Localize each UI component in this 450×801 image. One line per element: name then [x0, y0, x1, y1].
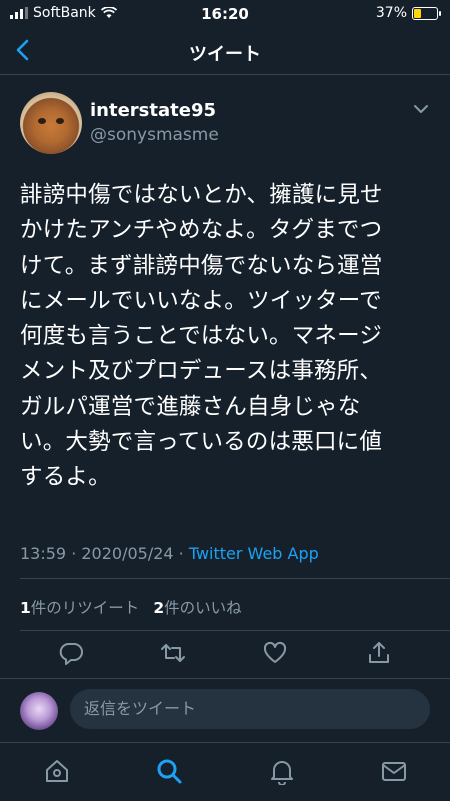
reply-icon[interactable]	[58, 640, 84, 666]
tweet-line: するよ。	[20, 464, 111, 491]
retweet-stat[interactable]: 1件のリツイート	[20, 596, 139, 618]
tweet-stats: 1件のリツイート 2件のいいね	[20, 596, 242, 618]
tweet-line: 何度も言うことではない。マネージ	[20, 323, 383, 350]
home-icon[interactable]	[43, 757, 71, 785]
divider	[20, 578, 450, 579]
page-title: ツイート	[189, 44, 261, 65]
divider	[20, 630, 450, 631]
status-bar: SoftBank 16:20 37%	[0, 0, 450, 28]
tweet-line: ガルパ運営で進藤さん自身じゃな	[20, 393, 361, 420]
tweet-line: かけたアンチやめなよ。タグまでつ	[20, 217, 383, 244]
avatar[interactable]	[20, 92, 82, 154]
like-count: 2	[153, 599, 165, 617]
tweet-meta: 13:59 · 2020/05/24 · Twitter Web App	[20, 544, 319, 563]
user-handle[interactable]: @sonysmasme	[90, 125, 219, 145]
notifications-icon[interactable]	[268, 757, 296, 785]
battery-icon	[412, 6, 441, 20]
bottom-tab-bar	[0, 742, 450, 801]
chevron-down-icon[interactable]	[412, 102, 430, 116]
tweet-line: メント及びプロデュースは事務所、	[20, 358, 383, 385]
like-icon[interactable]	[262, 640, 288, 666]
reply-input[interactable]: 返信をツイート	[70, 689, 430, 729]
tweet-line: にメールでいいなよ。ツイッターで	[20, 287, 382, 314]
status-right: 37%	[375, 5, 441, 21]
tweet-text: 誹謗中傷ではないとか、擁護に見せ かけたアンチやめなよ。タグまでつ けて。まず誹…	[20, 178, 432, 496]
tweet-timestamp: 13:59 · 2020/05/24 ·	[20, 544, 189, 563]
share-icon[interactable]	[366, 640, 392, 666]
display-name[interactable]: interstate95	[90, 100, 216, 121]
like-stat[interactable]: 2件のいいね	[153, 596, 241, 618]
messages-icon[interactable]	[380, 757, 408, 785]
tweet-author: interstate95 @sonysmasme	[20, 92, 430, 156]
retweet-count: 1	[20, 599, 31, 617]
tweet-line: 誹謗中傷ではないとか、擁護に見せ	[20, 182, 383, 208]
my-avatar	[20, 692, 58, 730]
tweet-line: けて。まず誹謗中傷でないなら運営	[20, 252, 383, 279]
battery-percent: 37%	[375, 5, 407, 21]
tweet-line: い。大勢で言っているのは悪口に値	[20, 429, 383, 456]
retweet-icon[interactable]	[160, 640, 186, 666]
search-icon[interactable]	[155, 757, 183, 785]
tweet-source-link[interactable]: Twitter Web App	[189, 544, 319, 563]
navigation-bar: ツイート	[0, 28, 450, 75]
tweet-actions	[0, 640, 450, 670]
retweet-label: 件のリツイート	[30, 599, 140, 617]
like-label: 件のいいね	[164, 599, 242, 617]
reply-composer: 返信をツイート	[0, 678, 450, 743]
